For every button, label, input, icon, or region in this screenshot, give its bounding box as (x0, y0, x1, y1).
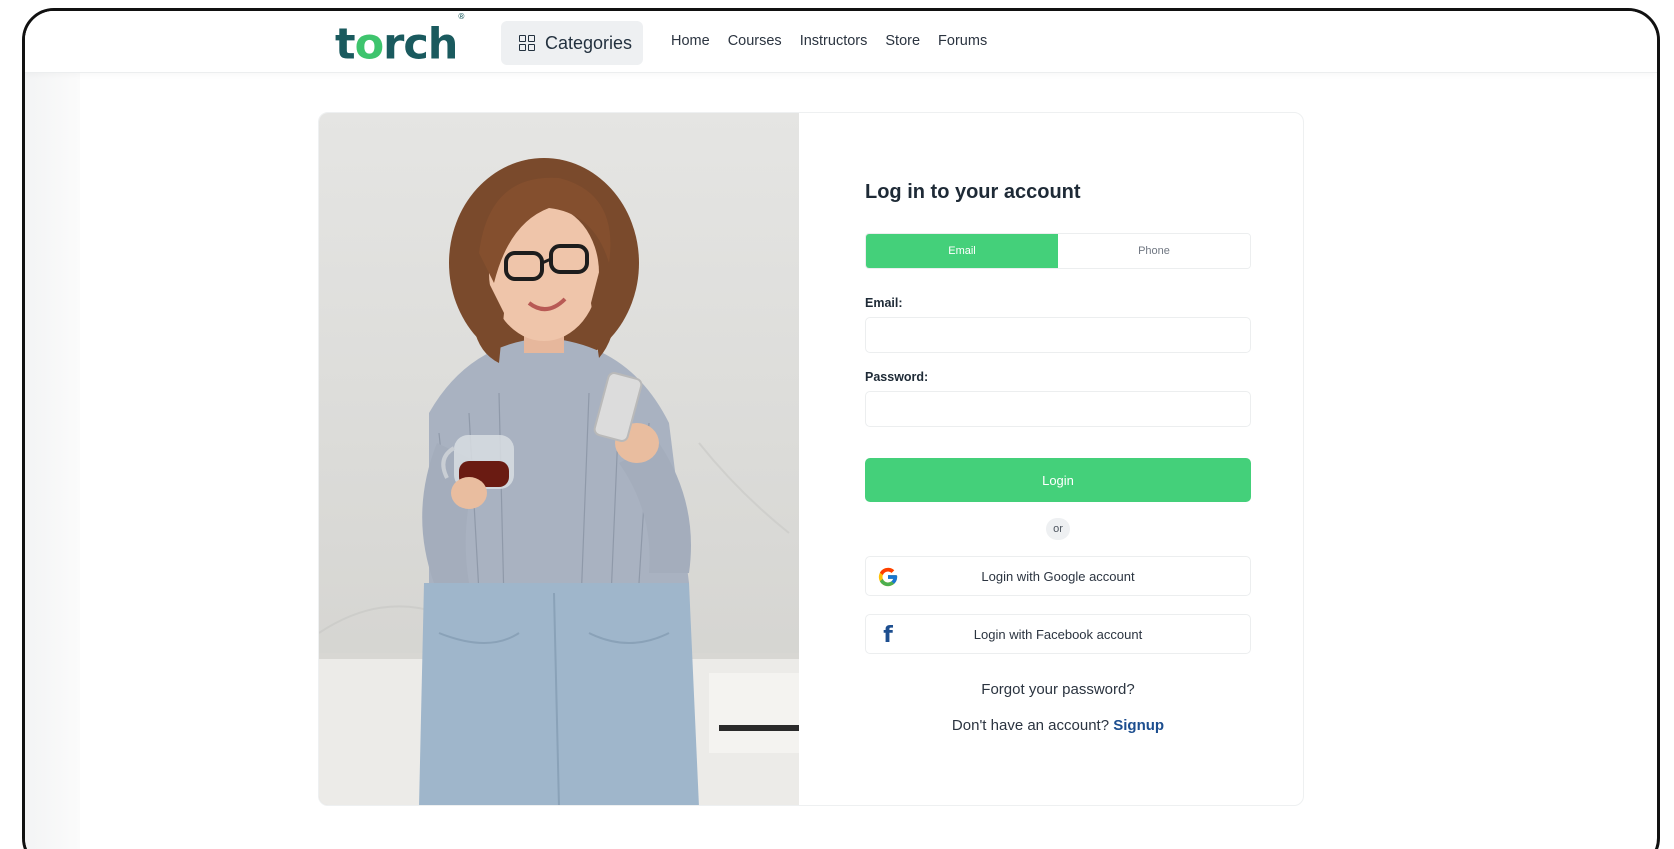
login-title: Log in to your account (865, 181, 1081, 203)
hero-photo (319, 113, 799, 805)
login-card: Log in to your account Email Phone Email… (318, 112, 1304, 806)
or-divider: or (1046, 518, 1070, 540)
torch-logo[interactable]: torch® (335, 12, 465, 66)
facebook-button-label: Login with Facebook account (973, 626, 1143, 642)
email-field[interactable] (865, 317, 1251, 353)
categories-label: Categories (545, 32, 633, 53)
woman-illustration (319, 158, 799, 805)
google-login-button[interactable]: Login with Google account (865, 556, 1251, 596)
facebook-login-button[interactable]: f Login with Facebook account (865, 614, 1251, 654)
browser-frame: torch® Categories Home Courses Instructo… (22, 8, 1660, 849)
password-label: Password: (865, 370, 929, 384)
tab-phone[interactable]: Phone (1058, 234, 1250, 268)
login-button[interactable]: Login (865, 458, 1251, 502)
google-icon (876, 565, 900, 589)
top-navbar: torch® Categories Home Courses Instructo… (25, 11, 1657, 73)
password-field[interactable] (865, 391, 1251, 427)
grid-icon (519, 35, 535, 51)
left-edge-shade (25, 11, 80, 849)
main-nav: Home Courses Instructors Store Forums (671, 33, 987, 49)
nav-forums[interactable]: Forums (938, 33, 987, 49)
nav-store[interactable]: Store (885, 33, 920, 49)
nav-courses[interactable]: Courses (728, 33, 782, 49)
categories-button[interactable]: Categories (501, 21, 643, 65)
signup-prompt: Don't have an account? Signup (865, 717, 1251, 734)
no-account-text: Don't have an account? (951, 717, 1110, 734)
signup-link[interactable]: Signup (1113, 717, 1164, 734)
google-button-label: Login with Google account (981, 568, 1135, 584)
nav-instructors[interactable]: Instructors (800, 33, 868, 49)
nav-home[interactable]: Home (671, 33, 710, 49)
forgot-password-link[interactable]: Forgot your password? (865, 681, 1251, 698)
login-form: Log in to your account Email Phone Email… (865, 113, 1253, 805)
email-label: Email: (865, 296, 903, 310)
login-method-tabs: Email Phone (865, 233, 1251, 269)
facebook-icon: f (883, 622, 893, 648)
tab-email[interactable]: Email (866, 234, 1058, 268)
